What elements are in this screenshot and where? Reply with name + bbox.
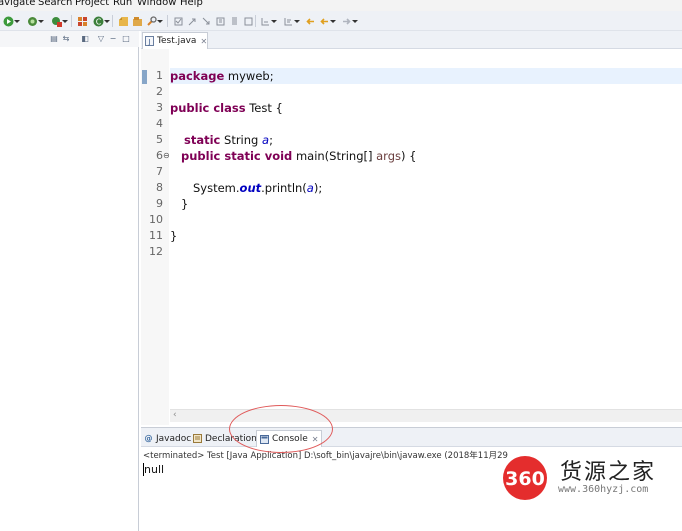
menu-search[interactable]: Search (38, 0, 72, 8)
last-edit-icon[interactable] (282, 15, 300, 27)
console-icon (260, 434, 269, 444)
line-number: 8 (156, 181, 163, 194)
editor-tabbar: J Test.java ✕ (141, 31, 682, 49)
console-output[interactable]: null (144, 463, 164, 476)
prev-annotation-icon[interactable] (200, 15, 212, 27)
line-number: 3 (156, 101, 163, 114)
code-line-11: } (170, 229, 178, 243)
toggle-mark-icon[interactable] (172, 15, 184, 27)
tab-javadoc-label: Javadoc (156, 433, 192, 444)
debug-icon[interactable] (26, 15, 44, 27)
svg-text:360: 360 (505, 468, 545, 490)
line-number: 11 (149, 229, 163, 242)
annotation-nav-icon[interactable] (259, 15, 277, 27)
line-number: 6 (156, 149, 163, 162)
menu-bar: avigate Search Project Run Window Help (0, 0, 682, 11)
open-task-icon[interactable] (131, 15, 143, 27)
tab-declaration-label: Declaration (205, 433, 257, 444)
code-line-3: public class Test { (170, 101, 283, 115)
line-number: 5 (156, 133, 163, 146)
line-number: 1 (156, 69, 163, 82)
tab-console[interactable]: Console ✕ (256, 430, 323, 447)
menu-project[interactable]: Project (75, 0, 109, 8)
menu-help[interactable]: Help (180, 0, 203, 8)
tab-javadoc[interactable]: @ Javadoc (144, 431, 192, 446)
view-menu-icon[interactable]: ▽ (96, 34, 106, 44)
declaration-icon (193, 434, 202, 443)
menu-window[interactable]: Window (137, 0, 176, 8)
new-package-icon[interactable] (76, 15, 88, 27)
back-history-icon[interactable] (318, 15, 336, 27)
collapse-all-icon[interactable]: ▤ (49, 34, 59, 44)
maximize-icon[interactable]: □ (121, 34, 131, 44)
bottom-tabbar: @ Javadoc Declaration Console ✕ (141, 428, 682, 447)
toggle-block-icon[interactable] (214, 15, 226, 27)
search-icon[interactable] (145, 15, 163, 27)
code-line-5: static String a; (184, 133, 273, 147)
code-line-1: package myweb; (170, 69, 274, 83)
tab-console-label: Console (272, 434, 308, 444)
tab-test-java[interactable]: J Test.java ✕ (142, 32, 208, 49)
watermark-logo-icon: 360 (503, 456, 547, 500)
menu-navigate[interactable]: avigate (0, 0, 35, 8)
forward-icon[interactable] (340, 15, 358, 27)
svg-text:C: C (95, 17, 101, 26)
menu-run[interactable]: Run (113, 0, 132, 8)
code-line-9: } (181, 197, 189, 211)
code-line-8: System.out.println(a); (193, 181, 323, 195)
package-explorer-panel: ▤ ⇆ ◧ ▽ − □ (0, 31, 139, 531)
javadoc-icon: @ (144, 434, 153, 443)
minimize-icon[interactable]: − (108, 34, 118, 44)
package-explorer-toolbar: ▤ ⇆ ◧ ▽ − □ (0, 31, 139, 47)
line-number: 2 (156, 85, 163, 98)
watermark: 360 货源之家 www.360hyzj.com (500, 452, 682, 504)
line-number: 9 (156, 197, 163, 210)
line-number: 7 (156, 165, 163, 178)
tab-label: Test.java (157, 36, 197, 46)
run-icon[interactable] (2, 15, 20, 27)
show-whitespace-icon[interactable] (228, 15, 240, 27)
back-icon[interactable] (304, 15, 316, 27)
fold-toggle-icon[interactable]: ⊖ (163, 151, 170, 160)
main-toolbar: C (0, 11, 682, 31)
close-icon[interactable]: ✕ (200, 37, 207, 46)
watermark-url: www.360hyzj.com (558, 484, 649, 495)
line-number: 4 (156, 117, 163, 130)
scroll-left-icon[interactable]: ‹ (173, 410, 177, 420)
new-class-icon[interactable]: C (92, 15, 110, 27)
code-area[interactable]: package myweb; public class Test { stati… (170, 49, 682, 425)
tab-declaration[interactable]: Declaration (193, 431, 257, 446)
horizontal-scrollbar[interactable]: ‹ (170, 409, 682, 422)
link-with-editor-icon[interactable]: ⇆ (61, 34, 71, 44)
external-tools-icon[interactable] (50, 15, 68, 27)
line-number: 10 (149, 213, 163, 226)
word-wrap-icon[interactable] (242, 15, 254, 27)
watermark-title: 货源之家 (560, 460, 657, 485)
close-icon[interactable]: ✕ (312, 435, 319, 444)
code-editor: J Test.java ✕ 1 2 3 4 5 6 ⊖ 7 8 9 10 11 … (141, 31, 682, 425)
svg-text:J: J (147, 38, 150, 46)
focus-icon[interactable]: ◧ (80, 34, 90, 44)
next-annotation-icon[interactable] (186, 15, 198, 27)
line-number-gutter: 1 2 3 4 5 6 ⊖ 7 8 9 10 11 12 (141, 49, 170, 425)
code-line-6: public static void main(String[] args) { (181, 149, 417, 163)
line-number: 12 (149, 245, 163, 258)
open-type-icon[interactable] (117, 15, 129, 27)
java-file-icon: J (145, 36, 154, 46)
